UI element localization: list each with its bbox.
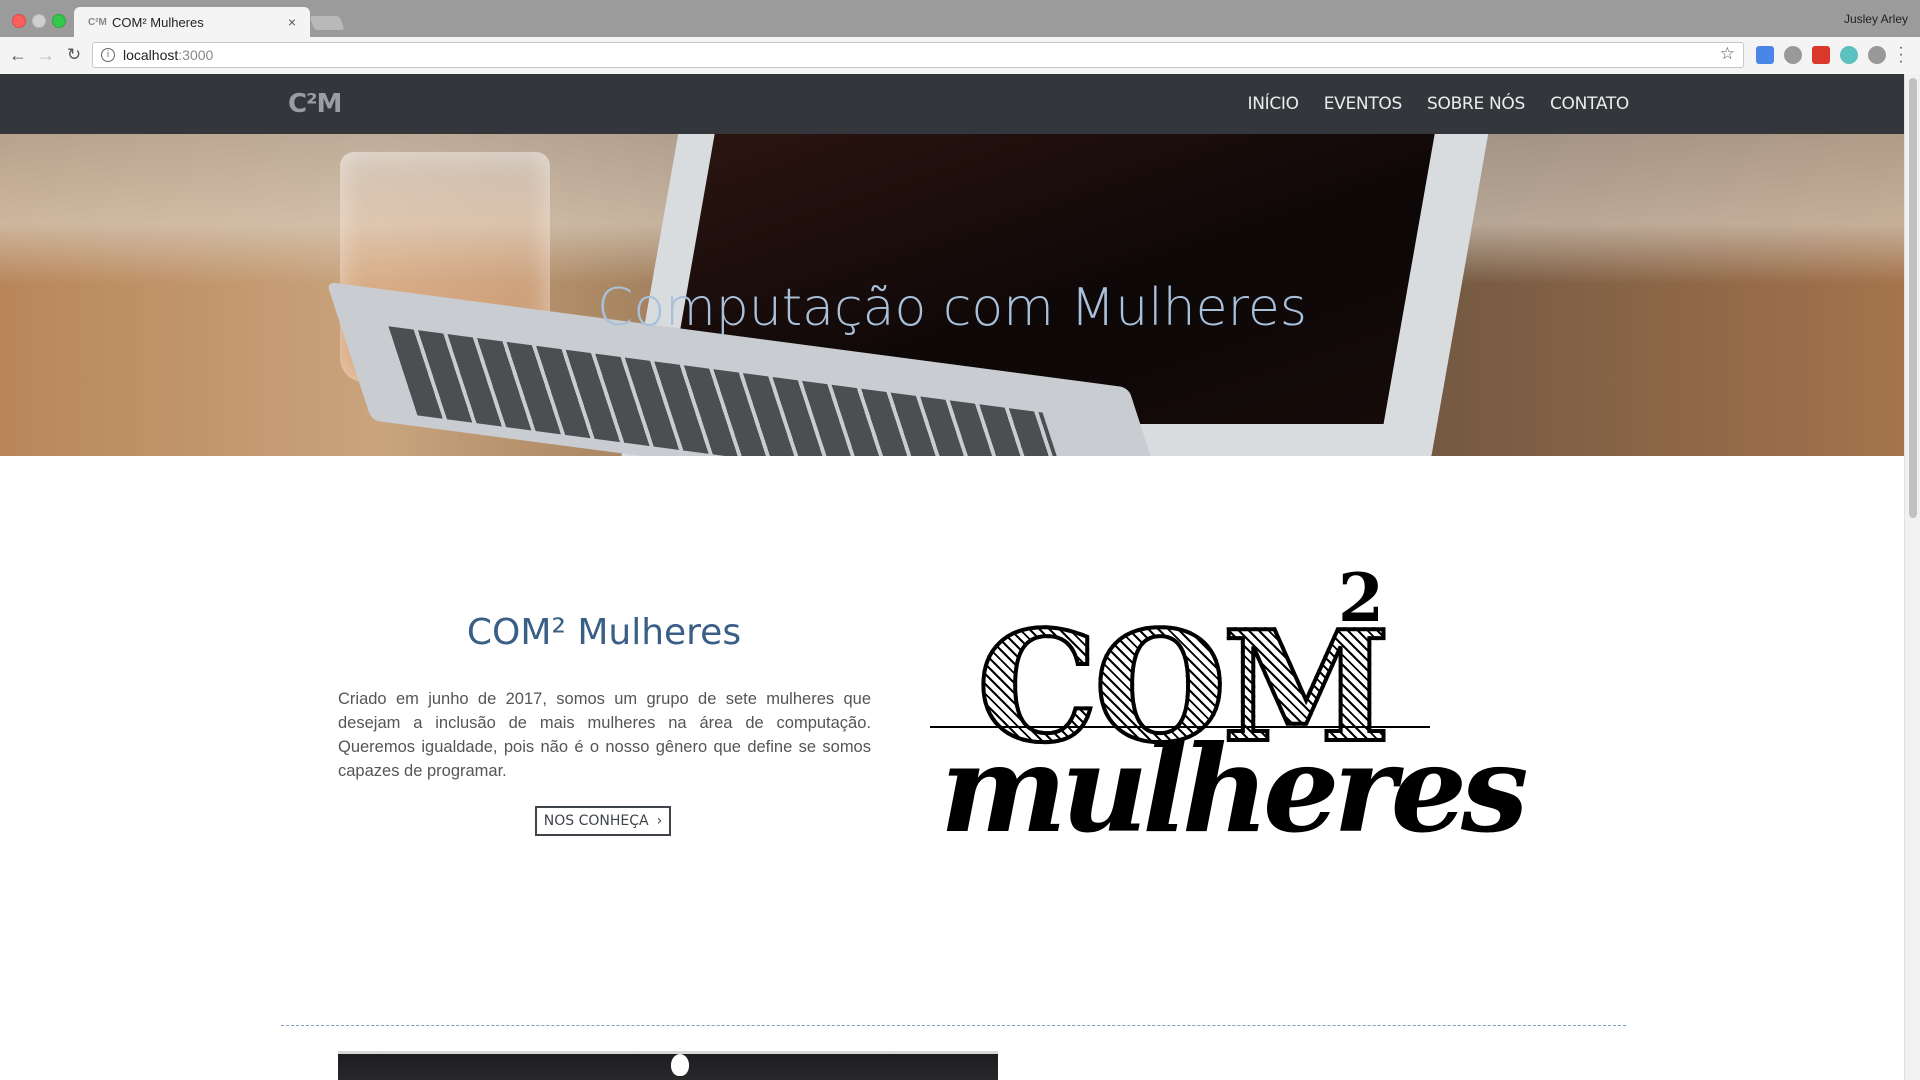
info-icon[interactable]: i [101, 48, 115, 62]
profile-name[interactable]: Jusley Arley [1844, 12, 1908, 26]
extension-icon[interactable] [1840, 46, 1858, 64]
back-arrow-icon[interactable]: ← [8, 45, 28, 65]
extension-icon[interactable] [1812, 46, 1830, 64]
nos-conheca-button[interactable]: NOS CONHEÇA › [535, 806, 671, 836]
hero-title: Computação com Mulheres [597, 278, 1307, 338]
url-host: localhost [123, 47, 179, 63]
section-divider [281, 1025, 1626, 1026]
star-icon[interactable]: ☆ [1720, 44, 1735, 64]
favicon-icon: C²M [88, 16, 107, 28]
chevron-right-icon: › [656, 813, 663, 829]
site-logo[interactable]: C²M [288, 89, 342, 119]
tab-title: COM² Mulheres [112, 14, 204, 30]
logo-superscript: 2 [1338, 559, 1384, 637]
apple-logo-icon [671, 1054, 689, 1076]
com2-mulheres-logo: COM 2 mulheres [925, 559, 1529, 899]
browser-tab[interactable]: C²M COM² Mulheres × [74, 7, 310, 37]
maximize-window-icon[interactable] [52, 14, 66, 28]
forward-arrow-icon[interactable]: → [36, 45, 56, 65]
browser-tabstrip: C²M COM² Mulheres × Jusley Arley [0, 0, 1920, 37]
extension-icon[interactable] [1784, 46, 1802, 64]
about-text: Criado em junho de 2017, somos um grupo … [338, 690, 871, 780]
scrollbar-thumb[interactable] [1909, 78, 1917, 518]
nav-link-inicio[interactable]: INÍCIO [1247, 94, 1299, 114]
site-navbar: C²M INÍCIO EVENTOS SOBRE NÓS CONTATO [0, 74, 1904, 134]
extension-icon[interactable] [1868, 46, 1886, 64]
reload-icon[interactable]: ↻ [64, 45, 84, 65]
nav-link-eventos[interactable]: EVENTOS [1324, 94, 1403, 114]
url-port: :3000 [178, 47, 214, 63]
logo-mulheres-text: mulheres [940, 719, 1529, 860]
new-tab-button[interactable] [309, 16, 345, 30]
section-image [338, 1051, 998, 1080]
browser-toolbar: ← → ↻ i localhost:3000 ☆ · · · [0, 37, 1920, 75]
tab-close-icon[interactable]: × [284, 14, 300, 30]
page-viewport: C²M INÍCIO EVENTOS SOBRE NÓS CONTATO Com… [0, 74, 1904, 1080]
minimize-window-icon[interactable] [32, 14, 46, 28]
translate-extension-icon[interactable] [1756, 46, 1774, 64]
button-label: NOS CONHEÇA [543, 813, 649, 829]
close-window-icon[interactable] [12, 14, 26, 28]
page-scrollbar[interactable] [1904, 74, 1920, 1080]
kebab-menu-icon[interactable]: · · · [1894, 40, 1908, 70]
nav-link-contato[interactable]: CONTATO [1550, 94, 1629, 114]
nav-link-sobre-nos[interactable]: SOBRE NÓS [1427, 94, 1525, 114]
site-menu: INÍCIO EVENTOS SOBRE NÓS CONTATO [1222, 74, 1629, 134]
about-title: COM² Mulheres [466, 612, 742, 653]
address-bar[interactable]: i localhost:3000 ☆ [92, 42, 1744, 68]
